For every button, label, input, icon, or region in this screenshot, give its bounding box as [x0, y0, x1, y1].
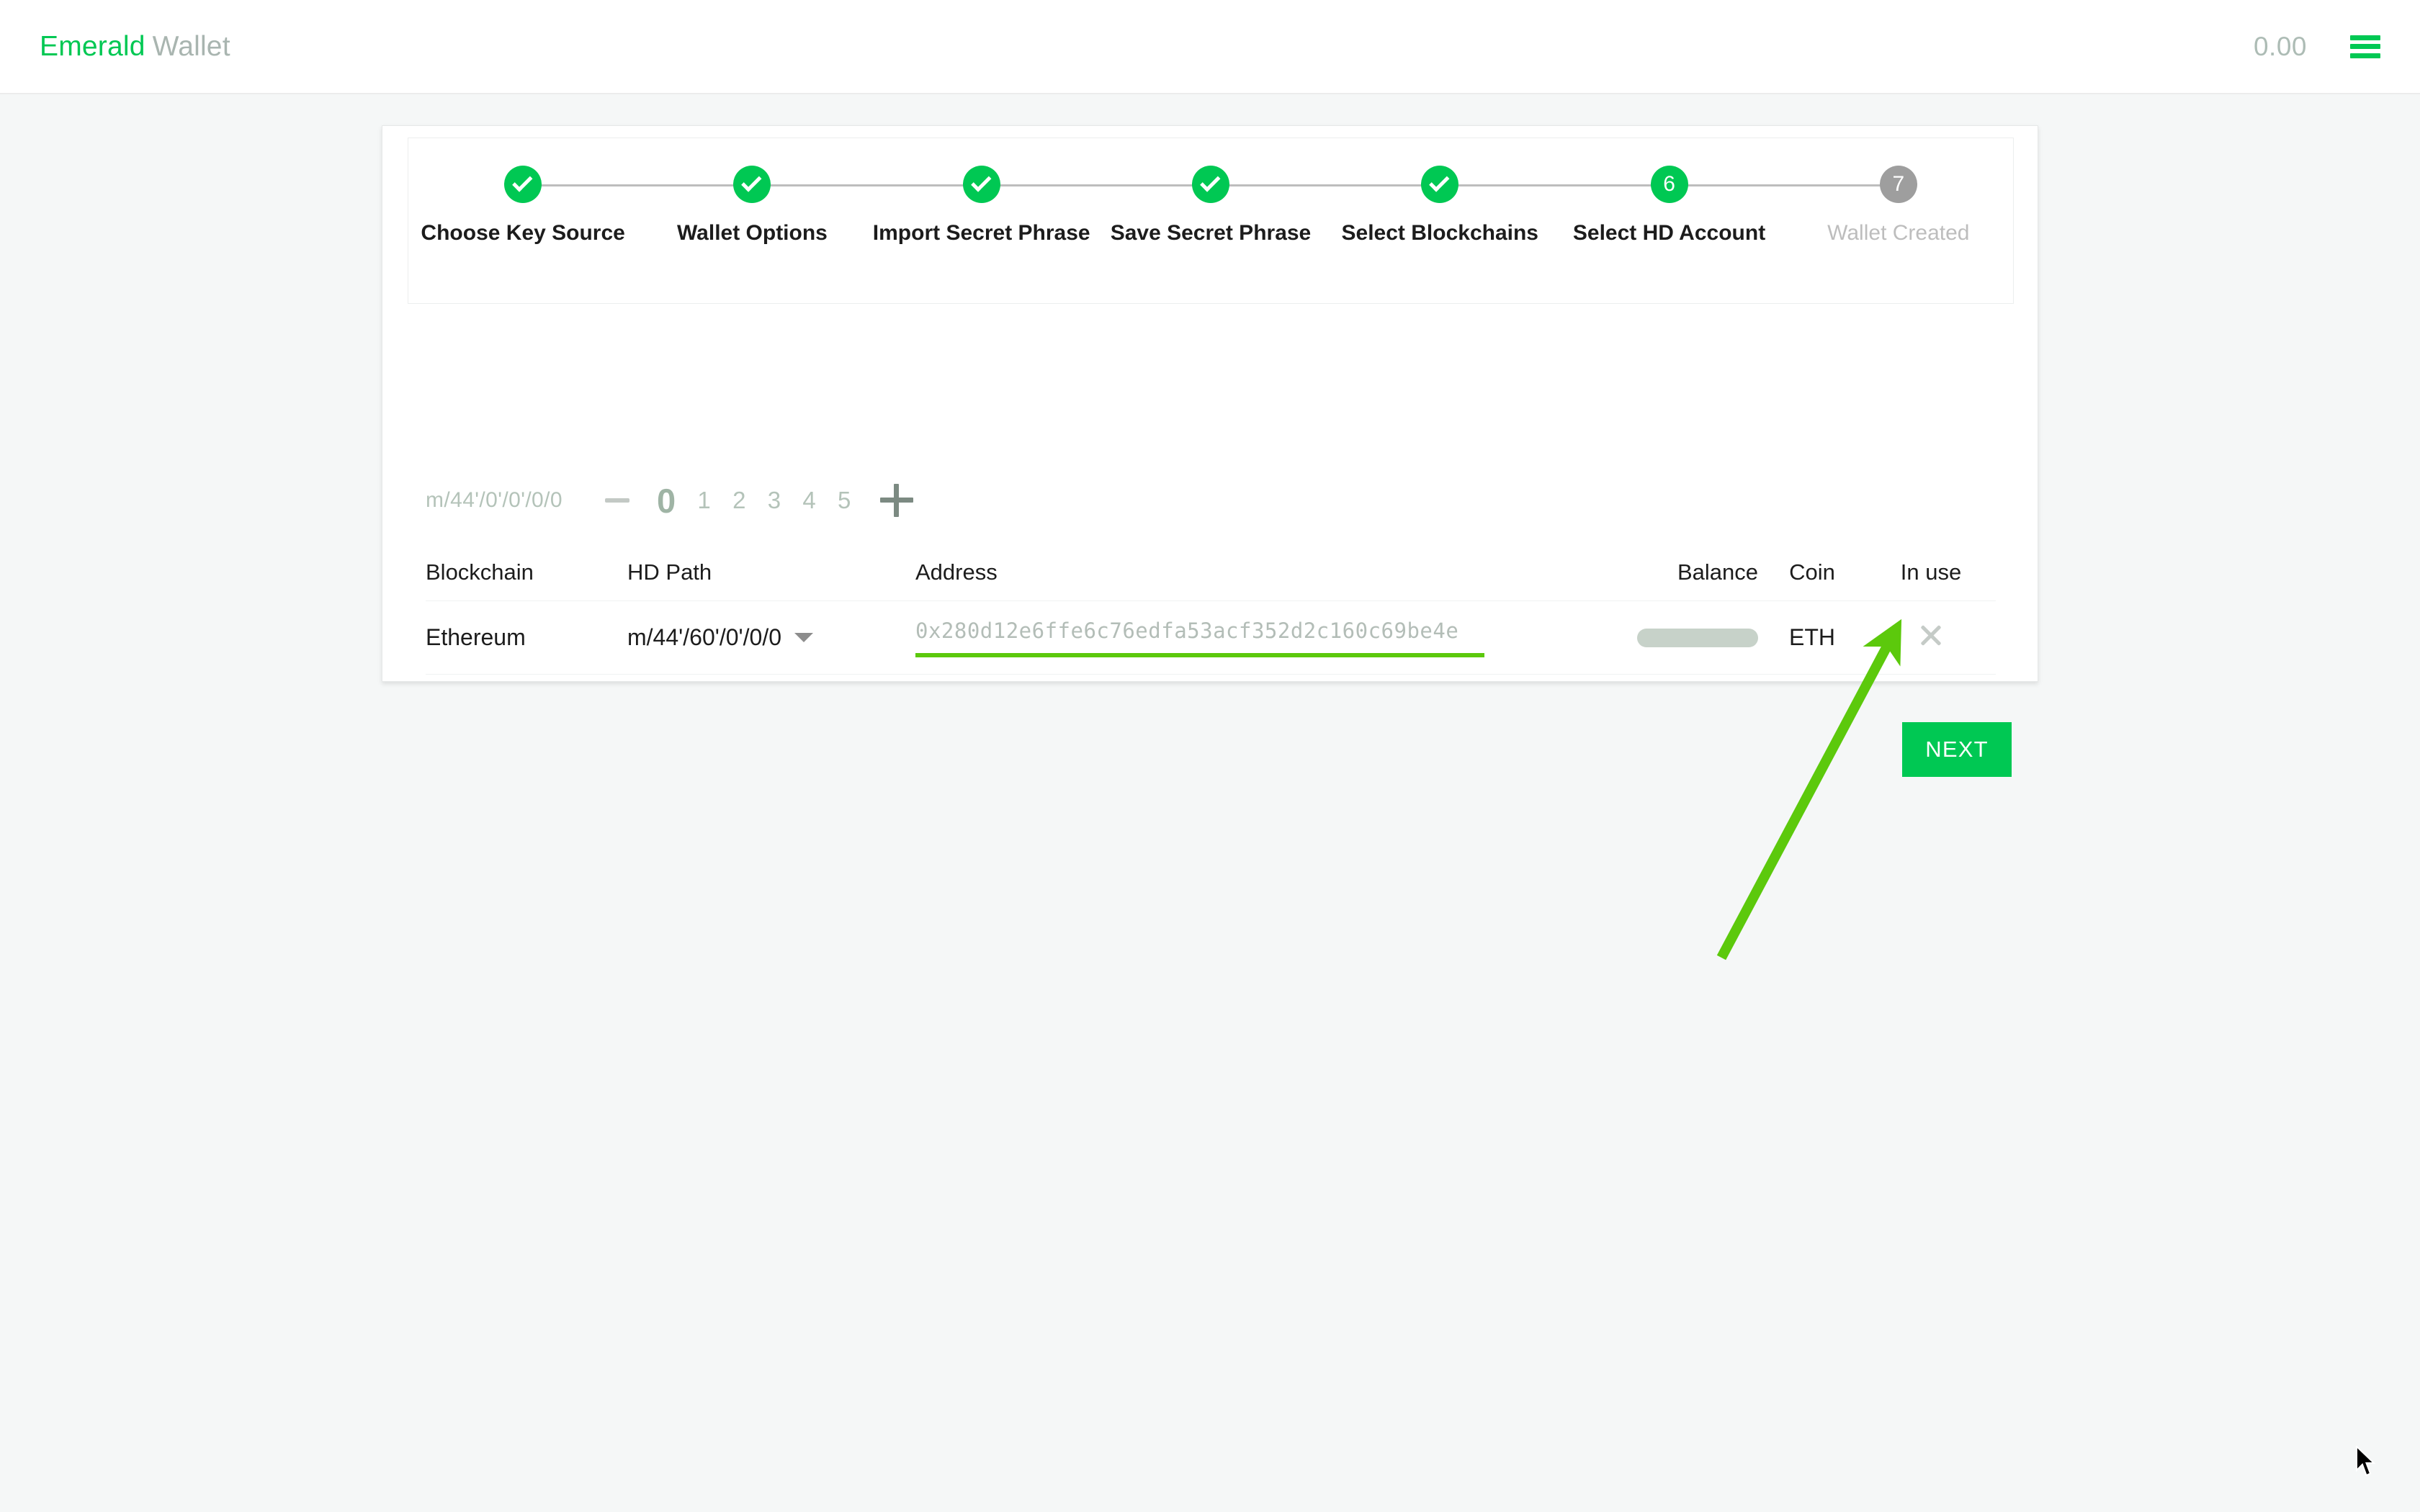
step-label: Import Secret Phrase [872, 221, 1090, 245]
column-header-coin: Coin [1789, 559, 1835, 585]
account-index-0[interactable]: 0 [657, 484, 676, 518]
step-status-done-icon [1421, 166, 1459, 203]
column-header-balance: Balance [1677, 559, 1758, 585]
cell-address: 0x280d12e6ffe6c76edfa53acf352d2c160c69be… [915, 618, 1542, 657]
account-index-3[interactable]: 3 [768, 487, 781, 514]
hd-account-index-selector: m/44'/0'/0'/0/0 0 1 2 3 4 5 [426, 479, 913, 522]
account-index-2[interactable]: 2 [732, 487, 746, 514]
step-label: Wallet Options [676, 221, 828, 245]
step-import-secret-phrase[interactable]: Import Secret Phrase [867, 166, 1211, 246]
menu-bar-1 [2350, 35, 2380, 40]
step-connector [523, 184, 753, 186]
step-wallet-options[interactable]: Wallet Options [637, 166, 982, 246]
brand-secondary-text: Wallet [152, 30, 230, 62]
account-index-5[interactable]: 5 [838, 487, 851, 514]
increment-account-button[interactable] [879, 484, 913, 517]
base-hd-path-label: m/44'/0'/0'/0/0 [426, 488, 563, 512]
chevron-down-icon [794, 633, 814, 642]
step-label: Select Blockchains [1341, 221, 1538, 245]
step-connector [752, 184, 982, 186]
header-right-group: 0.00 [2254, 32, 2380, 62]
close-icon[interactable] [1918, 623, 1944, 649]
table-header-row: Blockchain HD Path Address Balance Coin … [426, 544, 1996, 601]
address-input[interactable]: 0x280d12e6ffe6c76edfa53acf352d2c160c69be… [915, 618, 1484, 657]
step-choose-key-source[interactable]: Choose Key Source [408, 166, 753, 246]
app-header: Emerald Wallet 0.00 [0, 0, 2420, 94]
mouse-cursor [2356, 1446, 2376, 1477]
column-header-address: Address [915, 559, 998, 585]
column-header-blockchain: Blockchain [426, 559, 534, 585]
menu-bar-3 [2350, 53, 2380, 58]
step-connector [981, 184, 1211, 186]
brand-primary-text: Emerald [40, 30, 145, 62]
wizard-stepper: Choose Key Source Wallet Options Import … [408, 138, 2014, 304]
column-header-hd-path: HD Path [627, 559, 712, 585]
step-status-done-icon [1191, 166, 1229, 203]
step-select-blockchains[interactable]: Select Blockchains [1325, 166, 1670, 246]
cell-coin: ETH [1789, 624, 1835, 650]
cell-balance [1542, 628, 1758, 647]
cell-in-use [1866, 623, 1996, 652]
step-number-badge: 6 [1650, 166, 1688, 203]
decrement-account-button[interactable] [602, 485, 632, 516]
cell-blockchain: Ethereum [426, 624, 526, 650]
app-brand[interactable]: Emerald Wallet [40, 31, 230, 63]
account-index-1[interactable]: 1 [697, 487, 711, 514]
step-select-hd-account[interactable]: 6 Select HD Account [1554, 166, 1899, 246]
step-number-badge: 7 [1879, 166, 1917, 203]
hamburger-menu-icon[interactable] [2350, 35, 2380, 58]
step-save-secret-phrase[interactable]: Save Secret Phrase [1096, 166, 1440, 246]
step-label: Select HD Account [1572, 221, 1766, 245]
step-label: Save Secret Phrase [1110, 221, 1312, 245]
header-total-balance: 0.00 [2253, 31, 2307, 61]
hd-path-dropdown[interactable]: m/44'/60'/0'/0/0 [627, 624, 814, 651]
cell-hd-path: m/44'/60'/0'/0/0 [627, 624, 915, 651]
table-row: Ethereum m/44'/60'/0'/0/0 0x280d12e6ffe6… [426, 601, 1996, 675]
step-wallet-created[interactable]: 7 Wallet Created [1784, 166, 2013, 246]
step-status-done-icon [733, 166, 771, 203]
step-status-done-icon [504, 166, 542, 203]
step-connector [1210, 184, 1440, 186]
wizard-card: Choose Key Source Wallet Options Import … [382, 125, 2038, 777]
minus-icon [604, 498, 629, 503]
address-value: 0x280d12e6ffe6c76edfa53acf352d2c160c69be… [915, 618, 1459, 643]
step-label: Wallet Created [1827, 221, 1970, 245]
step-connector [1669, 184, 1899, 186]
next-button[interactable]: NEXT [1902, 722, 2012, 777]
account-index-4[interactable]: 4 [802, 487, 816, 514]
step-status-done-icon [962, 166, 1000, 203]
hd-path-value: m/44'/60'/0'/0/0 [627, 624, 782, 650]
balance-loading-skeleton [1637, 628, 1758, 647]
column-header-in-use: In use [1900, 559, 1962, 585]
menu-bar-2 [2350, 44, 2380, 49]
step-label: Choose Key Source [421, 221, 625, 245]
hd-accounts-table: Blockchain HD Path Address Balance Coin … [426, 544, 1996, 675]
step-connector [1440, 184, 1670, 186]
